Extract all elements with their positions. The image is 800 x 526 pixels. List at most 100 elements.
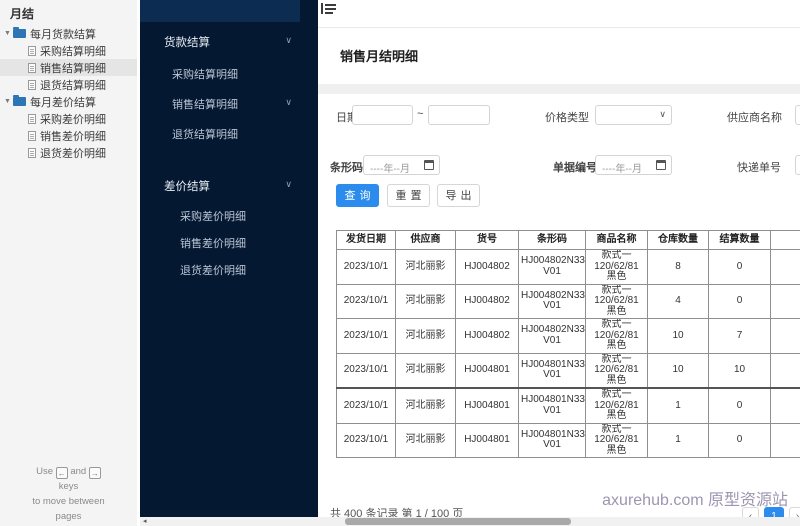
nav-group-label: 差价结算 — [164, 181, 210, 193]
doc-number-label: 单据编号 — [553, 162, 597, 174]
table-header-cell: 商品名称 — [585, 230, 648, 250]
nav-item-return-settlement[interactable]: 退货结算明细 — [172, 126, 300, 144]
table-cell: 2023/10/1 — [336, 249, 396, 285]
table-cell — [770, 283, 800, 319]
nav-group-price-diff-settlement[interactable]: 差价结算 ∨ — [164, 178, 300, 196]
sitemap-item-purchase-price-diff[interactable]: 采购差价明细 — [0, 110, 137, 127]
table-header-cell: 供应商 — [395, 230, 456, 250]
nav-header-block — [140, 0, 300, 22]
sitemap-item-return-settlement[interactable]: 退货结算明细 — [0, 76, 137, 93]
table-header-cell: 结算金额 — [770, 230, 800, 250]
table-row: 2023/10/1 河北丽影 HJ004802 HJ004802N333 V01 款式一… — [336, 283, 800, 319]
document-icon — [28, 62, 36, 73]
table-cell: 2023/10/1 — [336, 387, 396, 424]
header-divider — [318, 27, 800, 28]
tree-expand-icon[interactable]: ▼ — [4, 30, 11, 37]
footer-hint-use: Use — [36, 466, 54, 477]
nav-item-purchase-settlement[interactable]: 采购结算明细 — [172, 66, 300, 84]
table-cell: HJ004801N333 V01 — [518, 422, 586, 458]
express-number-input[interactable]: ----年--月 — [795, 155, 800, 175]
table-cell: HJ004802 — [455, 318, 519, 354]
chevron-down-icon: ∨ — [285, 35, 292, 45]
table-header-cell: 发货日期 — [336, 230, 396, 250]
calendar-icon — [656, 160, 666, 170]
right-arrow-key-icon: → — [88, 467, 101, 479]
query-button[interactable]: 查询 — [336, 184, 379, 207]
table-cell: HJ004801N333 V01 — [518, 387, 586, 424]
supplier-name-input[interactable] — [795, 105, 800, 125]
table-cell: 0 — [708, 387, 771, 424]
nav-group-payment-settlement[interactable]: 货款结算 ∨ — [164, 34, 300, 52]
table-cell — [770, 387, 800, 424]
nav-item-purchase-price-diff[interactable]: 采购差价明细 — [180, 208, 300, 226]
sitemap-group-label: 每月货款结算 — [30, 28, 96, 41]
table-cell: HJ004801N333 V01 — [518, 352, 586, 389]
tree-expand-icon[interactable]: ▼ — [4, 98, 11, 105]
table-header-row: 发货日期供应商货号条形码商品名称仓库数量结算数量结算金额 — [336, 230, 800, 250]
chevron-down-icon: ∨ — [285, 179, 292, 189]
sitemap-sidebar: 月结 ▼ 每月货款结算 采购结算明细 销售结算明细 退货结算明细 ▼ 每月差价结… — [0, 0, 137, 526]
sitemap-title: 月结 — [10, 7, 35, 21]
document-icon — [28, 79, 36, 90]
table-cell: 2023/10/1 — [336, 318, 396, 354]
nav-item-label: 采购差价明细 — [180, 211, 246, 223]
table-header-cell: 货号 — [455, 230, 519, 250]
sitemap-item-return-price-diff[interactable]: 退货差价明细 — [0, 144, 137, 161]
folder-icon — [13, 95, 26, 106]
scrollbar-thumb[interactable] — [345, 518, 571, 525]
doc-number-month-input[interactable]: ----年--月 — [595, 155, 672, 175]
nav-item-sales-settlement[interactable]: 销售结算明细 ∨ — [172, 96, 300, 114]
table-cell: HJ004802 — [455, 283, 519, 319]
horizontal-scrollbar[interactable]: ◂ — [140, 517, 800, 526]
date-to-input[interactable] — [428, 105, 490, 125]
table-row: 2023/10/1 河北丽影 HJ004801 HJ004801N333 V01 款式一… — [336, 352, 800, 389]
nav-item-return-price-diff[interactable]: 退货差价明细 — [180, 262, 300, 280]
nav-item-sales-price-diff[interactable]: 销售差价明细 — [180, 235, 300, 253]
table-cell: 8 — [647, 249, 709, 285]
table-cell: 河北丽影 — [395, 387, 456, 424]
sitemap-item-purchase-settlement[interactable]: 采购结算明细 — [0, 42, 137, 59]
supplier-name-label: 供应商名称 — [727, 112, 782, 124]
sitemap-footer-hint: Use ← and → keys to move between pages — [0, 464, 137, 524]
footer-hint-and: and — [70, 466, 87, 477]
table-cell: HJ004802N333 V01 — [518, 283, 586, 319]
table-cell — [770, 249, 800, 285]
barcode-month-input[interactable]: ----年--月 — [363, 155, 440, 175]
barcode-label: 条形码 — [330, 162, 363, 174]
date-from-input[interactable] — [352, 105, 413, 125]
sitemap-group-monthly-payment[interactable]: ▼ 每月货款结算 — [0, 25, 137, 42]
reset-button[interactable]: 重置 — [387, 184, 430, 207]
price-type-select[interactable]: ∨ — [595, 105, 672, 125]
scroll-left-arrow-icon[interactable]: ◂ — [143, 517, 147, 526]
nav-item-label: 退货结算明细 — [172, 129, 238, 141]
table-cell: 1 — [647, 387, 709, 424]
folder-icon — [13, 27, 26, 38]
table-cell: 0 — [708, 422, 771, 458]
table-cell: 款式一 120/62/81 黑色 — [585, 283, 648, 319]
table-cell: 款式一 120/62/81 黑色 — [585, 318, 648, 354]
table-head: 发货日期供应商货号条形码商品名称仓库数量结算数量结算金额 — [336, 230, 800, 250]
table-header-cell: 结算数量 — [708, 230, 771, 250]
month-placeholder: ----年--月 — [370, 164, 410, 175]
sitemap-item-label: 销售结算明细 — [40, 62, 106, 75]
sitemap-group-monthly-price-diff[interactable]: ▼ 每月差价结算 — [0, 93, 137, 110]
table-cell: 河北丽影 — [395, 318, 456, 354]
nav-group-label: 货款结算 — [164, 37, 210, 49]
sitemap-item-sales-price-diff[interactable]: 销售差价明细 — [0, 127, 137, 144]
chevron-down-icon: ∨ — [285, 97, 292, 107]
footer-hint-line4: pages — [55, 511, 82, 522]
table-cell: 0 — [708, 283, 771, 319]
nav-item-label: 采购结算明细 — [172, 69, 238, 81]
export-button[interactable]: 导出 — [437, 184, 480, 207]
table-cell: 1 — [647, 422, 709, 458]
collapse-sidebar-icon[interactable] — [321, 3, 337, 14]
table-cell: 2023/10/1 — [336, 283, 396, 319]
table-row: 2023/10/1 河北丽影 HJ004801 HJ004801N333 V01 款式一… — [336, 387, 800, 424]
app-window: 月结 ▼ 每月货款结算 采购结算明细 销售结算明细 退货结算明细 ▼ 每月差价结… — [0, 0, 800, 526]
table-row: 2023/10/1 河北丽影 HJ004802 HJ004802N333 V01 款式一… — [336, 318, 800, 354]
document-icon — [28, 45, 36, 56]
results-table: 发货日期供应商货号条形码商品名称仓库数量结算数量结算金额 2023/10/1河北… — [336, 230, 800, 458]
sitemap-item-sales-settlement[interactable]: 销售结算明细 — [0, 59, 137, 76]
sitemap-group-label: 每月差价结算 — [30, 96, 96, 109]
table-cell: 7 — [708, 318, 771, 354]
